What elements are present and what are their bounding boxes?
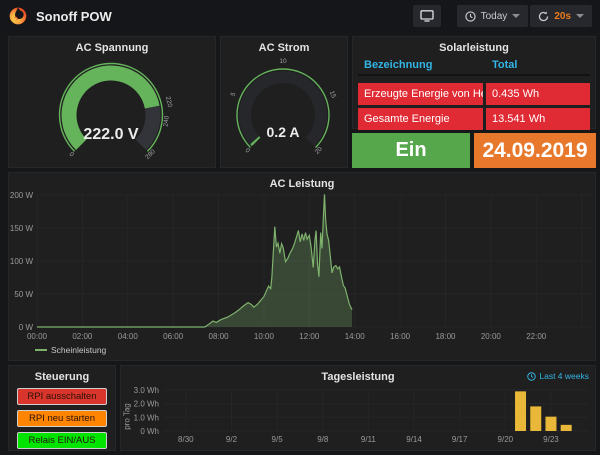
svg-text:0 Wh: 0 Wh bbox=[140, 427, 159, 436]
svg-text:18:00: 18:00 bbox=[435, 332, 456, 341]
refresh-interval-label: 20s bbox=[554, 11, 571, 22]
svg-text:12:00: 12:00 bbox=[299, 332, 320, 341]
panel-tagesleistung: Tagesleistung Last 4 weeks pro Tag 0 Wh1… bbox=[120, 365, 596, 451]
table-cell-label: Erzeugte Energie von Heute bbox=[358, 83, 483, 105]
svg-text:9/5: 9/5 bbox=[272, 435, 284, 444]
rpi-ausschalten-button[interactable]: RPI ausschalten bbox=[17, 388, 107, 405]
legend-item-scheinleistung[interactable]: Scheinleistung bbox=[35, 345, 106, 355]
svg-text:9/17: 9/17 bbox=[452, 435, 468, 444]
refresh-icon bbox=[538, 11, 549, 22]
svg-text:9/14: 9/14 bbox=[406, 435, 422, 444]
column-header-bezeichnung[interactable]: Bezeichnung bbox=[358, 59, 483, 71]
rpi-neu-starten-button[interactable]: RPI neu starten bbox=[17, 410, 107, 427]
panel-ac-strom: AC Strom 051015200.2 A bbox=[220, 36, 348, 168]
svg-text:14:00: 14:00 bbox=[345, 332, 366, 341]
monitor-icon bbox=[420, 10, 434, 22]
solar-table-header: Bezeichnung Total bbox=[358, 59, 590, 76]
date-value: 24.09.2019 bbox=[482, 139, 587, 163]
grafana-logo-icon[interactable] bbox=[8, 6, 28, 26]
svg-text:9/11: 9/11 bbox=[361, 435, 377, 444]
svg-text:100 W: 100 W bbox=[10, 257, 34, 266]
svg-text:50 W: 50 W bbox=[14, 290, 33, 299]
column-header-total[interactable]: Total bbox=[486, 59, 590, 71]
svg-text:0: 0 bbox=[244, 147, 252, 155]
svg-text:8/30: 8/30 bbox=[178, 435, 194, 444]
panel-title[interactable]: AC Strom bbox=[221, 37, 347, 54]
svg-text:0: 0 bbox=[68, 151, 76, 159]
svg-text:10: 10 bbox=[279, 58, 287, 65]
legend-label: Scheinleistung bbox=[51, 345, 106, 355]
svg-text:04:00: 04:00 bbox=[118, 332, 139, 341]
svg-text:222.0 V: 222.0 V bbox=[83, 126, 138, 143]
panel-ac-leistung: AC Leistung 0 W50 W100 W150 W200 W00:000… bbox=[8, 172, 596, 361]
relais-status-value: Ein bbox=[395, 139, 426, 162]
svg-text:9/23: 9/23 bbox=[543, 435, 559, 444]
svg-text:3.0 Wh: 3.0 Wh bbox=[134, 386, 159, 395]
panel-title[interactable]: AC Leistung bbox=[9, 173, 595, 190]
panel-title[interactable]: AC Spannung bbox=[9, 37, 215, 54]
panel-solarleistung: Solarleistung Bezeichnung Total Erzeugte… bbox=[352, 36, 596, 129]
panel-title[interactable]: Steuerung bbox=[9, 366, 115, 383]
refresh-interval-picker[interactable]: 20s bbox=[530, 5, 592, 27]
time-range-picker[interactable]: Today bbox=[457, 5, 529, 27]
panel-ac-spannung: AC Spannung 0 220 240 280 222.0 V bbox=[8, 36, 216, 168]
ac-leistung-chart[interactable]: 0 W 50 W 100 W 150 W 200 W 00:00 02:00 04:00 06:… bbox=[9, 189, 595, 359]
svg-text:06:00: 06:00 bbox=[163, 332, 184, 341]
svg-text:5: 5 bbox=[230, 91, 238, 97]
chevron-down-icon bbox=[512, 14, 520, 18]
svg-text:08:00: 08:00 bbox=[209, 332, 230, 341]
table-cell-value: 13.541 Wh bbox=[486, 108, 590, 130]
legend-swatch bbox=[35, 349, 47, 351]
tv-kiosk-button[interactable] bbox=[413, 5, 441, 27]
svg-text:1.0 Wh: 1.0 Wh bbox=[134, 413, 159, 422]
svg-text:200 W: 200 W bbox=[10, 191, 34, 200]
svg-text:150 W: 150 W bbox=[10, 224, 34, 233]
svg-text:10:00: 10:00 bbox=[254, 332, 275, 341]
svg-text:9/8: 9/8 bbox=[317, 435, 329, 444]
tagesleistung-chart[interactable]: 0 Wh 1.0 Wh 2.0 Wh 3.0 Wh 8/30 9/2 9/5 9/8 9/11 9… bbox=[121, 380, 595, 450]
chevron-down-icon bbox=[576, 14, 584, 18]
svg-text:16:00: 16:00 bbox=[390, 332, 411, 341]
svg-text:2.0 Wh: 2.0 Wh bbox=[134, 400, 159, 409]
svg-text:9/2: 9/2 bbox=[226, 435, 238, 444]
voltage-gauge: 0 220 240 280 222.0 V bbox=[9, 57, 217, 169]
date-stat: 24.09.2019 bbox=[474, 133, 596, 168]
svg-text:22:00: 22:00 bbox=[526, 332, 547, 341]
svg-text:280: 280 bbox=[144, 148, 157, 161]
relais-ein-aus-button[interactable]: Relais EIN/AUS bbox=[17, 432, 107, 449]
current-gauge: 051015200.2 A bbox=[221, 57, 349, 169]
svg-text:02:00: 02:00 bbox=[72, 332, 93, 341]
clock-icon bbox=[465, 11, 476, 22]
svg-text:220: 220 bbox=[164, 96, 173, 109]
table-cell-label: Gesamte Energie bbox=[358, 108, 483, 130]
dashboard-title[interactable]: Sonoff POW bbox=[36, 9, 112, 24]
svg-text:9/20: 9/20 bbox=[498, 435, 514, 444]
control-buttons: RPI ausschalten RPI neu starten Relais EIN… bbox=[17, 388, 107, 454]
top-navbar: Sonoff POW Today 20 bbox=[0, 0, 600, 32]
svg-text:0 W: 0 W bbox=[19, 323, 34, 332]
svg-text:00:00: 00:00 bbox=[27, 332, 48, 341]
relais-status-stat: Ein bbox=[352, 133, 470, 168]
table-cell-value: 0.435 Wh bbox=[486, 83, 590, 105]
svg-text:240: 240 bbox=[163, 115, 171, 127]
solar-table-body: Erzeugte Energie von Heute0.435 WhGesamt… bbox=[358, 83, 590, 130]
svg-text:20:00: 20:00 bbox=[481, 332, 502, 341]
time-range-label: Today bbox=[481, 11, 508, 22]
panel-title[interactable]: Solarleistung bbox=[353, 37, 595, 54]
panel-steuerung: Steuerung RPI ausschalten RPI neu starten… bbox=[8, 365, 116, 451]
svg-text:15: 15 bbox=[328, 90, 337, 100]
svg-text:0.2 A: 0.2 A bbox=[267, 124, 300, 140]
